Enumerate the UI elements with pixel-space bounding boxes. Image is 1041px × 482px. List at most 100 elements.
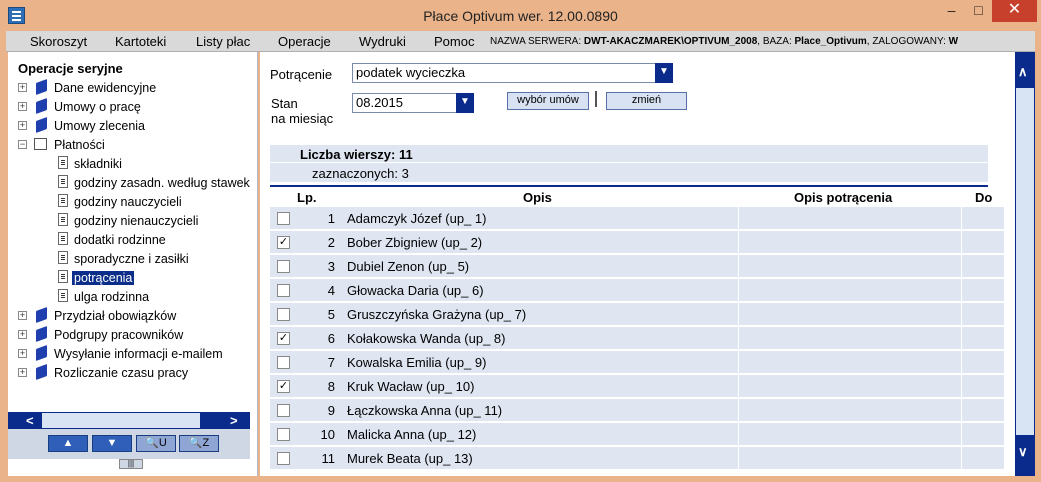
menu-listy-plac[interactable]: Listy płac: [196, 34, 250, 49]
row-opis-potracenia[interactable]: [740, 231, 962, 253]
potracenie-select[interactable]: podatek wycieczka ▼: [352, 63, 673, 83]
row-do[interactable]: [963, 231, 1004, 253]
row-opis-potracenia[interactable]: [740, 447, 962, 469]
zmien-button[interactable]: zmień: [606, 92, 687, 110]
row-do[interactable]: [963, 207, 1004, 229]
scroll-left-icon[interactable]: <: [26, 413, 34, 428]
expand-icon[interactable]: +: [18, 121, 27, 130]
column-header-opis[interactable]: Opis: [523, 190, 552, 205]
row-opis-potracenia[interactable]: [740, 255, 962, 277]
scroll-down-icon[interactable]: ∨: [1018, 444, 1028, 460]
table-row[interactable]: 3 Dubiel Zenon (up_ 5): [270, 255, 1004, 277]
row-checkbox[interactable]: [277, 260, 290, 273]
row-do[interactable]: [963, 447, 1004, 469]
expand-icon[interactable]: +: [18, 83, 27, 92]
row-do[interactable]: [963, 351, 1004, 373]
row-do[interactable]: [963, 255, 1004, 277]
document-icon: [58, 270, 68, 283]
scroll-thumb[interactable]: [42, 413, 200, 428]
title-bar: Płace Optivum wer. 12.00.0890 – □ ✕: [0, 0, 1041, 31]
splitter-handle[interactable]: |||: [119, 459, 143, 469]
expand-icon[interactable]: +: [18, 368, 27, 377]
row-opis-potracenia[interactable]: [740, 279, 962, 301]
row-lp: 1: [327, 211, 335, 226]
menu-kartoteki[interactable]: Kartoteki: [115, 34, 166, 49]
table-row[interactable]: 10 Malicka Anna (up_ 12): [270, 423, 1004, 445]
row-lp: 9: [327, 403, 335, 418]
row-lp: 11: [321, 451, 336, 466]
book-icon: [36, 306, 47, 324]
menu-wydruki[interactable]: Wydruki: [359, 34, 406, 49]
column-header-do[interactable]: Do: [975, 190, 992, 205]
rows-count: Liczba wierszy: 11: [300, 147, 413, 162]
row-checkbox[interactable]: [277, 308, 290, 321]
row-checkbox[interactable]: [277, 452, 290, 465]
stan-label: Stan: [271, 96, 298, 111]
maximize-button[interactable]: □: [965, 0, 992, 22]
book-icon: [36, 78, 47, 96]
row-checkbox[interactable]: ✓: [277, 236, 290, 249]
expand-icon[interactable]: +: [18, 311, 27, 320]
row-checkbox[interactable]: [277, 284, 290, 297]
menu-operacje[interactable]: Operacje: [278, 34, 331, 49]
chevron-down-icon[interactable]: ▼: [456, 93, 474, 113]
row-opis: Bober Zbigniew (up_ 2): [344, 231, 739, 253]
row-opis-potracenia[interactable]: [740, 399, 962, 421]
tree-nav-bar: ▲ ▼ 🔍U 🔍Z: [8, 429, 250, 459]
main-vertical-scrollbar[interactable]: ∧ ∨: [1015, 52, 1035, 476]
table-row[interactable]: 9 Łączkowska Anna (up_ 11): [270, 399, 1004, 421]
move-up-button[interactable]: ▲: [48, 435, 88, 452]
move-down-button[interactable]: ▼: [92, 435, 132, 452]
row-opis-potracenia[interactable]: [740, 351, 962, 373]
menu-pomoc[interactable]: Pomoc: [434, 34, 474, 49]
open-book-icon: [34, 138, 47, 150]
row-opis-potracenia[interactable]: [740, 423, 962, 445]
month-select[interactable]: 08.2015 ▼: [352, 93, 474, 113]
row-opis-potracenia[interactable]: [740, 375, 962, 397]
scroll-up-icon[interactable]: ∧: [1018, 64, 1028, 80]
chevron-down-icon[interactable]: ▼: [655, 63, 673, 83]
row-checkbox[interactable]: [277, 356, 290, 369]
menu-bar: Skoroszyt Kartoteki Listy płac Operacje …: [6, 31, 1035, 52]
tree-horizontal-scrollbar[interactable]: < >: [8, 412, 250, 429]
table-row[interactable]: 5 Gruszczyńska Grażyna (up_ 7): [270, 303, 1004, 325]
table-row[interactable]: 7 Kowalska Emilia (up_ 9): [270, 351, 1004, 373]
collapse-icon[interactable]: −: [18, 140, 27, 149]
row-do[interactable]: [963, 327, 1004, 349]
minimize-button[interactable]: –: [938, 0, 965, 22]
row-do[interactable]: [963, 423, 1004, 445]
row-do[interactable]: [963, 399, 1004, 421]
menu-skoroszyt[interactable]: Skoroszyt: [30, 34, 87, 49]
row-lp: 4: [327, 283, 335, 298]
find-u-button[interactable]: 🔍U: [136, 435, 176, 452]
row-checkbox[interactable]: [277, 428, 290, 441]
row-checkbox[interactable]: [277, 212, 290, 225]
row-opis-potracenia[interactable]: [740, 207, 962, 229]
expand-icon[interactable]: +: [18, 349, 27, 358]
expand-icon[interactable]: +: [18, 330, 27, 339]
row-checkbox[interactable]: ✓: [277, 380, 290, 393]
scroll-right-icon[interactable]: >: [230, 413, 238, 428]
close-button[interactable]: ✕: [992, 0, 1037, 22]
row-do[interactable]: [963, 303, 1004, 325]
find-z-button[interactable]: 🔍Z: [179, 435, 219, 452]
table-row[interactable]: 1 Adamczyk Józef (up_ 1): [270, 207, 1004, 229]
table-row[interactable]: 11 Murek Beata (up_ 13): [270, 447, 1004, 469]
scroll-thumb[interactable]: [1016, 88, 1034, 435]
row-do[interactable]: [963, 375, 1004, 397]
table-row[interactable]: ✓ 8 Kruk Wacław (up_ 10): [270, 375, 1004, 397]
expand-icon[interactable]: +: [18, 102, 27, 111]
row-do[interactable]: [963, 279, 1004, 301]
table-row[interactable]: 4 Głowacka Daria (up_ 6): [270, 279, 1004, 301]
row-opis-potracenia[interactable]: [740, 327, 962, 349]
row-opis-potracenia[interactable]: [740, 303, 962, 325]
row-checkbox[interactable]: [277, 404, 290, 417]
table-row[interactable]: ✓ 2 Bober Zbigniew (up_ 2): [270, 231, 1004, 253]
document-icon: [58, 251, 68, 264]
row-checkbox[interactable]: ✓: [277, 332, 290, 345]
wybor-umow-button[interactable]: wybór umów: [507, 92, 589, 110]
table-row[interactable]: ✓ 6 Kołakowska Wanda (up_ 8): [270, 327, 1004, 349]
column-header-opis-potracenia[interactable]: Opis potrącenia: [794, 190, 892, 205]
column-header-lp[interactable]: Lp.: [297, 190, 317, 205]
na-miesiac-label: na miesiąc: [271, 111, 334, 126]
